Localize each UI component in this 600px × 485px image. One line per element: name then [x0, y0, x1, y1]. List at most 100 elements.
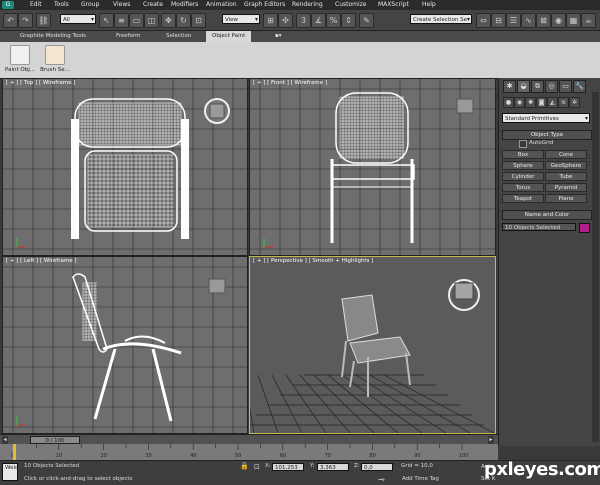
viewport-top[interactable]: [ + ] [ Top ] [ Wireframe ] — [2, 78, 248, 256]
x-coordinate-field[interactable]: 101,253 — [272, 463, 304, 471]
time-tag-key-icon: ⊸ — [378, 475, 385, 484]
space-warps-icon[interactable]: ≋ — [558, 97, 569, 108]
menu-group[interactable]: Group — [81, 1, 99, 8]
spinner-snap-icon[interactable]: ⇕ — [341, 13, 356, 28]
paint-objects-button[interactable]: Paint Obj... — [4, 45, 36, 77]
schematic-view-icon[interactable]: ⊠ — [536, 13, 551, 28]
absolute-transform-icon[interactable]: ⊡ — [254, 463, 260, 471]
display-tab-icon[interactable]: ▭ — [559, 80, 572, 93]
y-coordinate-field[interactable]: 3,363 — [317, 463, 349, 471]
curve-editor-icon[interactable]: ∿ — [521, 13, 536, 28]
selection-filter-dropdown[interactable]: All — [60, 14, 96, 25]
tab-freeform[interactable]: Freeform — [116, 33, 141, 39]
menu-maxscript[interactable]: MAXScript — [378, 1, 409, 8]
select-move-icon[interactable]: ✥ — [161, 13, 176, 28]
track-tick-label: 70 — [325, 453, 331, 459]
command-panel-scrollbar[interactable] — [592, 92, 599, 442]
menu-graph-editors[interactable]: Graph Editors — [244, 1, 285, 8]
layer-manager-icon[interactable]: ☰ — [506, 13, 521, 28]
sphere-button[interactable]: Sphere — [502, 161, 544, 170]
snap-toggle-icon[interactable]: 3 — [296, 13, 311, 28]
tab-selection[interactable]: Selection — [166, 33, 191, 39]
edit-named-selection-icon[interactable]: ✎ — [359, 13, 374, 28]
autogrid-checkbox[interactable] — [519, 140, 527, 148]
pyramid-button[interactable]: Pyramid — [545, 183, 587, 192]
plane-button[interactable]: Plane — [545, 194, 587, 203]
render-production-icon[interactable]: ☕ — [581, 13, 596, 28]
menu-help[interactable]: Help — [422, 1, 436, 8]
tab-object-paint[interactable]: Object Paint — [206, 31, 252, 42]
viewport-perspective-label[interactable]: [ + ] [ Perspective ] [ Smooth + Highlig… — [253, 258, 373, 264]
chair-left-frame — [71, 119, 79, 239]
box-button[interactable]: Box — [502, 150, 544, 159]
menu-views[interactable]: Views — [113, 1, 130, 8]
app-menu-icon[interactable]: G — [2, 1, 14, 9]
mirror-icon[interactable]: ⇔ — [476, 13, 491, 28]
viewport-left-label[interactable]: [ + ] [ Left ] [ Wireframe ] — [6, 258, 77, 264]
utilities-tab-icon[interactable]: 🔧 — [573, 80, 586, 93]
previous-frame-icon[interactable]: ◂ — [2, 436, 8, 444]
cylinder-button[interactable]: Cylinder — [502, 172, 544, 181]
viewport-perspective[interactable]: [ + ] [ Perspective ] [ Smooth + Highlig… — [249, 256, 496, 434]
modify-tab-icon[interactable]: ◒ — [517, 80, 530, 93]
menu-rendering[interactable]: Rendering — [292, 1, 323, 8]
select-by-name-icon[interactable]: ≡ — [114, 13, 129, 28]
lights-icon[interactable]: ✺ — [525, 97, 536, 108]
add-time-tag[interactable]: Add Time Tag — [402, 476, 439, 482]
align-icon[interactable]: ⊟ — [491, 13, 506, 28]
link-icon[interactable]: ⛓ — [36, 13, 51, 28]
select-manipulate-icon[interactable]: ✣ — [278, 13, 293, 28]
window-crossing-icon[interactable]: ◫ — [144, 13, 159, 28]
object-name-field[interactable]: 10 Objects Selected — [502, 223, 576, 231]
cameras-icon[interactable]: ◙ — [536, 97, 547, 108]
rectangular-selection-icon[interactable]: ▭ — [129, 13, 144, 28]
torus-button[interactable]: Torus — [502, 183, 544, 192]
menu-create[interactable]: Create — [143, 1, 163, 8]
menu-tools[interactable]: Tools — [54, 1, 69, 8]
menu-modifiers[interactable]: Modifiers — [171, 1, 198, 8]
percent-snap-icon[interactable]: % — [326, 13, 341, 28]
brush-settings-button[interactable]: Brush Se... — [39, 45, 71, 77]
teapot-button[interactable]: Teapot — [502, 194, 544, 203]
tube-button[interactable]: Tube — [545, 172, 587, 181]
viewport-front-label[interactable]: [ + ] [ Front ] [ Wireframe ] — [253, 80, 327, 86]
select-scale-icon[interactable]: ⊡ — [191, 13, 206, 28]
object-type-rollout-header[interactable]: Object Type — [502, 130, 592, 140]
select-object-icon[interactable]: ↖ — [99, 13, 114, 28]
menu-animation[interactable]: Animation — [206, 1, 237, 8]
hierarchy-tab-icon[interactable]: ⧉ — [531, 80, 544, 93]
tab-graphite-modeling-tools[interactable]: Graphite Modeling Tools — [20, 33, 86, 39]
z-coordinate-field[interactable]: 0,0 — [361, 463, 393, 471]
maxscript-listener[interactable]: Welc — [2, 463, 18, 481]
shapes-icon[interactable]: ◉ — [514, 97, 525, 108]
time-slider-thumb[interactable]: 0 / 100 — [30, 436, 80, 444]
create-tab-icon[interactable]: ✱ — [503, 80, 516, 93]
reference-coordinate-dropdown[interactable]: View — [222, 14, 260, 25]
name-and-color-rollout-header[interactable]: Name and Color — [502, 210, 592, 220]
viewport-top-label[interactable]: [ + ] [ Top ] [ Wireframe ] — [6, 80, 75, 86]
systems-icon[interactable]: ✲ — [569, 97, 580, 108]
helpers-icon[interactable]: ◭ — [547, 97, 558, 108]
object-color-swatch[interactable] — [579, 223, 590, 233]
track-bar[interactable]: 0 10 20 30 40 50 60 70 80 90 100 — [0, 444, 498, 460]
motion-tab-icon[interactable]: ◎ — [545, 80, 558, 93]
render-setup-icon[interactable]: ▦ — [566, 13, 581, 28]
angle-snap-icon[interactable]: ∡ — [311, 13, 326, 28]
lock-icon[interactable]: 🔒 — [240, 462, 249, 470]
viewport-front[interactable]: [ + ] [ Front ] [ Wireframe ] — [249, 78, 496, 256]
geosphere-button[interactable]: GeoSphere — [545, 161, 587, 170]
redo-icon[interactable]: ↷ — [18, 13, 33, 28]
ribbon-options-icon[interactable]: ▪▾ — [275, 33, 282, 39]
menu-customize[interactable]: Customize — [335, 1, 367, 8]
cone-button[interactable]: Cone — [545, 150, 587, 159]
geometry-icon[interactable]: ● — [503, 97, 514, 108]
pivot-center-icon[interactable]: ⊞ — [263, 13, 278, 28]
undo-icon[interactable]: ↶ — [3, 13, 18, 28]
viewport-left[interactable]: [ + ] [ Left ] [ Wireframe ] — [2, 256, 248, 434]
named-selection-set-dropdown[interactable]: Create Selection Se — [410, 14, 472, 25]
menu-edit[interactable]: Edit — [30, 1, 42, 8]
primitive-category-dropdown[interactable]: Standard Primitives — [502, 113, 590, 124]
material-editor-icon[interactable]: ◉ — [551, 13, 566, 28]
select-rotate-icon[interactable]: ↻ — [176, 13, 191, 28]
next-frame-icon[interactable]: ▸ — [488, 436, 494, 444]
